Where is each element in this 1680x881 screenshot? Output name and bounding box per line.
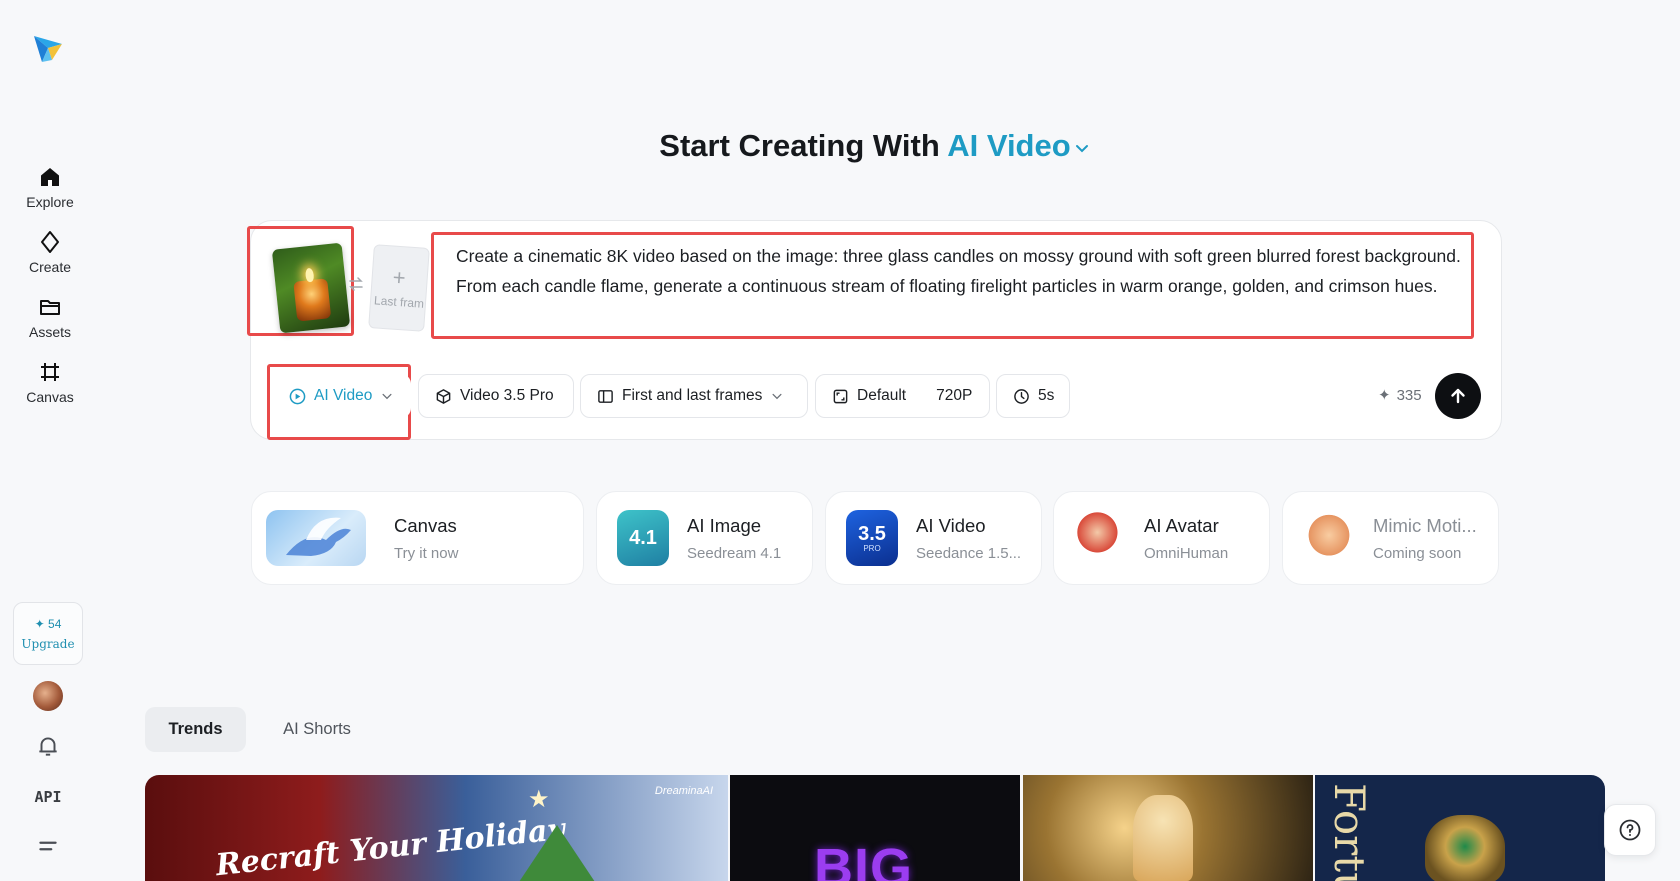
chevron-down-icon xyxy=(382,393,392,400)
brand-watermark: DreaminaAI xyxy=(654,785,713,797)
pegasus-image xyxy=(266,510,366,566)
clock-icon xyxy=(1014,388,1029,404)
tile-headline: BIG xyxy=(814,838,914,881)
sparkle-diamond-icon xyxy=(41,231,59,253)
feature-subtitle: Seedance 1.5... xyxy=(916,545,1022,562)
figure-shape xyxy=(1133,795,1193,881)
tab-trends[interactable]: Trends xyxy=(145,707,246,752)
frames-selector[interactable]: First and last frames xyxy=(580,374,808,418)
menu-icon[interactable] xyxy=(35,833,61,859)
feature-subtitle: Coming soon xyxy=(1373,545,1462,562)
feature-card-ai-video[interactable]: 3.5 PRO AI Video Seedance 1.5... xyxy=(825,491,1042,585)
credit-cost: ✦ 335 xyxy=(1378,386,1422,405)
logo-icon[interactable] xyxy=(30,30,66,66)
folder-icon xyxy=(40,300,60,315)
last-frame-label: Last fram xyxy=(373,293,425,311)
beetle-ornament xyxy=(1425,815,1505,881)
candle-image xyxy=(293,278,332,322)
gallery-tile-fairy[interactable] xyxy=(1023,775,1313,881)
tree-shape xyxy=(517,825,597,881)
api-link[interactable]: API xyxy=(30,788,66,806)
feature-card-mimic-motion[interactable]: Mimic Moti... Coming soon xyxy=(1282,491,1499,585)
avatar[interactable] xyxy=(33,681,63,711)
tile-headline: Recraft Your Holiday xyxy=(214,811,567,881)
sidebar-item-label: Assets xyxy=(28,324,71,340)
frames-icon xyxy=(598,389,613,403)
bell-icon[interactable] xyxy=(35,733,61,759)
feature-card-ai-image[interactable]: 4.1 AI Image Seedream 4.1 xyxy=(596,491,813,585)
gallery-tile-holiday[interactable]: DreaminaAI Recraft Your Holiday ★ xyxy=(145,775,728,881)
upgrade-link[interactable]: Upgrade xyxy=(21,637,74,651)
help-button[interactable] xyxy=(1604,804,1656,856)
feature-title: AI Video xyxy=(916,515,986,536)
question-icon xyxy=(1619,819,1641,841)
first-frame-thumbnail[interactable] xyxy=(271,242,351,334)
mode-dropdown[interactable]: AI Video xyxy=(272,374,412,418)
home-icon xyxy=(41,168,59,186)
cube-icon xyxy=(436,388,451,404)
sidebar-item-explore[interactable]: Explore xyxy=(10,165,90,223)
tile-headline: Fortu xyxy=(1325,783,1374,881)
feature-title: AI Avatar xyxy=(1144,515,1219,536)
flame-image xyxy=(304,267,315,283)
tab-ai-shorts[interactable]: AI Shorts xyxy=(266,707,368,752)
swap-icon[interactable] xyxy=(348,276,364,292)
model-selector[interactable]: Video 3.5 Pro xyxy=(418,374,574,418)
pegasus-icon xyxy=(286,517,351,556)
sidebar-item-create[interactable]: Create xyxy=(10,230,90,288)
sidebar-item-label: Canvas xyxy=(26,389,74,405)
generate-button[interactable] xyxy=(1435,373,1481,419)
feature-title: Canvas xyxy=(394,515,457,536)
ratio-resolution-selector[interactable]: Default 720P xyxy=(815,374,990,418)
feature-subtitle: Seedream 4.1 xyxy=(687,545,782,562)
ai-image-badge: 4.1 xyxy=(617,510,669,566)
credits-upgrade-box[interactable]: ✦ 54 Upgrade xyxy=(13,602,83,665)
feature-subtitle: Try it now xyxy=(394,545,459,562)
mode-selector-heading[interactable]: AI Video xyxy=(947,128,1090,163)
feature-card-ai-avatar[interactable]: AI Avatar OmniHuman xyxy=(1053,491,1270,585)
gallery-tile-fortune[interactable]: Fortu xyxy=(1315,775,1605,881)
page-title: Start Creating With AI Video xyxy=(0,128,1680,164)
arrow-up-icon xyxy=(1451,388,1465,404)
feature-card-canvas[interactable]: Canvas Try it now xyxy=(251,491,584,585)
sidebar-item-label: Create xyxy=(28,259,72,275)
feature-title: AI Image xyxy=(687,515,762,536)
sidebar-item-canvas[interactable]: Canvas xyxy=(10,360,90,418)
ai-video-badge: 3.5 PRO xyxy=(846,510,898,566)
feature-subtitle: OmniHuman xyxy=(1144,545,1229,562)
gallery-tile-big[interactable]: BIG xyxy=(730,775,1020,881)
plus-icon: + xyxy=(391,264,407,291)
crop-frame-icon xyxy=(41,363,59,381)
credits-count: ✦ 54 xyxy=(34,616,62,631)
video-play-icon xyxy=(289,388,306,404)
chevron-down-icon xyxy=(1075,144,1088,153)
duration-selector[interactable]: 5s xyxy=(996,374,1070,418)
mimic-motion-image xyxy=(1303,510,1355,566)
sidebar-item-assets[interactable]: Assets xyxy=(10,295,90,353)
last-frame-upload[interactable]: + Last fram xyxy=(368,244,430,332)
sparkle-icon: ✦ xyxy=(34,616,45,631)
feature-title: Mimic Moti... xyxy=(1373,515,1477,536)
sidebar-item-label: Explore xyxy=(26,194,74,210)
chevron-down-icon xyxy=(772,393,782,400)
prompt-input[interactable]: Create a cinematic 8K video based on the… xyxy=(456,241,1466,337)
aspect-ratio-icon xyxy=(833,389,848,403)
avatar-character-image xyxy=(1074,510,1126,566)
star-icon: ★ xyxy=(528,786,550,813)
sparkle-icon: ✦ xyxy=(1378,387,1391,404)
